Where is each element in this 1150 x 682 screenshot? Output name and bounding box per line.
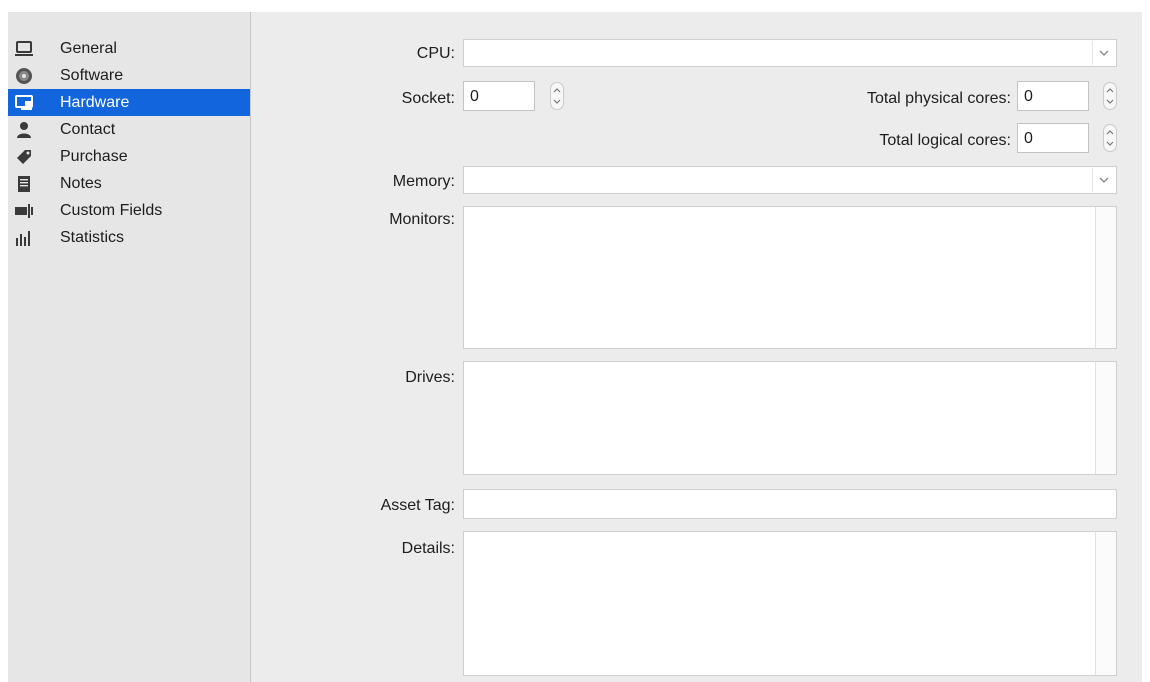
price-tag-icon bbox=[14, 147, 34, 167]
asset-tag-input[interactable] bbox=[463, 489, 1117, 519]
physical-cores-input[interactable]: 0 bbox=[1017, 81, 1089, 111]
sidebar-item-label: Custom Fields bbox=[60, 202, 163, 219]
sidebar-item-label: Contact bbox=[60, 121, 116, 138]
monitors-textarea[interactable] bbox=[463, 206, 1117, 349]
cpu-label: CPU: bbox=[416, 45, 455, 62]
sidebar-item-label: Software bbox=[60, 67, 124, 84]
sidebar: General Software Hardware Contact Purcha bbox=[8, 12, 251, 682]
chevron-down-icon[interactable] bbox=[1092, 41, 1115, 65]
stepper-arrows-icon bbox=[553, 88, 561, 104]
laptop-icon bbox=[14, 39, 34, 59]
monitors-label: Monitors: bbox=[389, 211, 455, 228]
sidebar-item-notes[interactable]: Notes bbox=[8, 170, 250, 197]
person-icon bbox=[14, 120, 34, 140]
custom-fields-icon bbox=[14, 201, 34, 221]
sidebar-item-hardware[interactable]: Hardware bbox=[8, 89, 250, 116]
sidebar-item-contact[interactable]: Contact bbox=[8, 116, 250, 143]
sidebar-item-software[interactable]: Software bbox=[8, 62, 250, 89]
physical-cores-label: Total physical cores: bbox=[866, 90, 1011, 107]
sidebar-item-purchase[interactable]: Purchase bbox=[8, 143, 250, 170]
logical-cores-label: Total logical cores: bbox=[879, 132, 1011, 149]
sidebar-item-custom-fields[interactable]: Custom Fields bbox=[8, 197, 250, 224]
logical-cores-input[interactable]: 0 bbox=[1017, 123, 1089, 153]
logical-cores-stepper[interactable] bbox=[1103, 124, 1117, 152]
sidebar-item-label: General bbox=[60, 40, 117, 57]
notes-icon bbox=[14, 174, 34, 194]
socket-label: Socket: bbox=[401, 90, 455, 107]
stepper-arrows-icon bbox=[1106, 88, 1114, 104]
asset-tag-label: Asset Tag: bbox=[380, 497, 455, 514]
sidebar-item-statistics[interactable]: Statistics bbox=[8, 224, 250, 251]
monitor-icon bbox=[14, 93, 34, 113]
preferences-window: General Software Hardware Contact Purcha bbox=[8, 12, 1142, 682]
physical-cores-stepper[interactable] bbox=[1103, 82, 1117, 110]
chevron-down-icon[interactable] bbox=[1092, 168, 1115, 192]
disc-icon bbox=[14, 66, 34, 86]
hardware-panel: CPU: Socket: 0 Total physical cores: 0 T… bbox=[251, 12, 1142, 682]
memory-combobox[interactable] bbox=[463, 166, 1117, 194]
drives-scrollbar[interactable] bbox=[1095, 362, 1116, 474]
drives-textarea[interactable] bbox=[463, 361, 1117, 475]
cpu-combobox[interactable] bbox=[463, 39, 1117, 67]
monitors-scrollbar[interactable] bbox=[1095, 207, 1116, 348]
socket-stepper[interactable] bbox=[550, 82, 564, 110]
bar-chart-icon bbox=[14, 228, 34, 248]
details-textarea[interactable] bbox=[463, 531, 1117, 676]
sidebar-item-general[interactable]: General bbox=[8, 35, 250, 62]
stepper-arrows-icon bbox=[1106, 130, 1114, 146]
details-label: Details: bbox=[401, 540, 455, 557]
socket-input[interactable]: 0 bbox=[463, 81, 535, 111]
sidebar-item-label: Statistics bbox=[60, 229, 125, 246]
sidebar-item-label: Notes bbox=[60, 175, 102, 192]
details-scrollbar[interactable] bbox=[1095, 532, 1116, 675]
sidebar-item-label: Hardware bbox=[60, 94, 130, 111]
memory-label: Memory: bbox=[392, 173, 455, 190]
drives-label: Drives: bbox=[405, 369, 455, 386]
sidebar-item-label: Purchase bbox=[60, 148, 128, 165]
